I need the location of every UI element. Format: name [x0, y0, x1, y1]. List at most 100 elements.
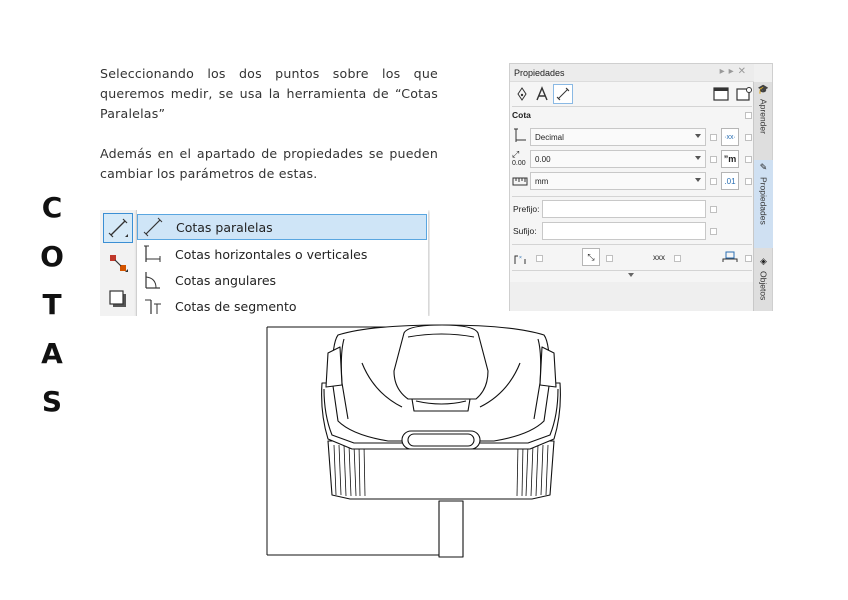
tab-label: Objetos — [758, 271, 769, 301]
precision-value: 0.00 — [535, 154, 551, 164]
tab-aprender[interactable]: 🎓 Aprender — [754, 82, 773, 154]
menu-item-segment[interactable]: Cotas de segmento — [137, 293, 427, 316]
intro-paragraph: Seleccionando los dos puntos sobre los q… — [100, 66, 438, 121]
dimension-precision-select[interactable]: 0.00 — [530, 150, 706, 168]
panel-footer — [510, 282, 754, 311]
menu-item-label: Cotas horizontales o verticales — [175, 246, 368, 262]
menu-item-parallel[interactable]: Cotas paralelas — [137, 214, 427, 240]
menu-item-label: Cotas de segmento — [175, 298, 297, 314]
style-checkbox[interactable] — [710, 134, 717, 141]
dimension-units-select[interactable]: mm — [530, 172, 706, 190]
text-placement-icon[interactable] — [722, 250, 738, 268]
precision-icon: ⤢ 0.00 — [512, 149, 526, 168]
docker-tabs: 🎓 Aprender ✎ Propiedades ◈ Objetos — [753, 82, 773, 311]
frame-button[interactable] — [711, 84, 731, 104]
horizontal-vertical-dimension-icon — [137, 241, 167, 267]
format-icon: ·xx· — [724, 133, 736, 141]
extension-lines-icon[interactable]: × — [513, 252, 531, 270]
frame-icon — [713, 87, 729, 101]
precision-checkbox[interactable] — [710, 156, 717, 163]
frame-settings-button[interactable] — [734, 84, 754, 104]
text-button[interactable] — [532, 84, 552, 104]
divider — [512, 244, 752, 245]
properties-icon: ✎ — [759, 162, 768, 172]
units-value: mm — [535, 176, 549, 186]
chevron-down-icon — [695, 134, 701, 138]
section-checkbox[interactable] — [745, 112, 752, 119]
side-title-letter: T — [42, 288, 62, 321]
prefix-format-button[interactable]: ·xx· — [721, 128, 739, 146]
menu-item-horizontal-vertical[interactable]: Cotas horizontales o verticales — [137, 241, 427, 267]
suffix-label: Sufijo: — [513, 226, 537, 236]
panel-body: Cota Decimal ·xx· ⤢ 0.00 0.00 ”m mm .01 … — [510, 82, 754, 311]
dimension-props-button[interactable] — [553, 84, 573, 104]
dynamic-dimension-icon: ⤡ — [587, 251, 595, 262]
units-quote-icon: ”m — [723, 154, 737, 164]
outline-pen-button[interactable] — [512, 84, 532, 104]
toolbox-column — [100, 210, 136, 316]
dimension-menu: Cotas paralelas Cotas horizontales o ver… — [136, 210, 428, 316]
drop-shadow-icon — [109, 290, 126, 307]
text-position-label: xxx — [653, 253, 665, 262]
suffix-input[interactable] — [542, 222, 706, 240]
side-title-letter: A — [41, 336, 63, 370]
menu-item-angular[interactable]: Cotas angulares — [137, 267, 427, 293]
dimension-style-select[interactable]: Decimal — [530, 128, 706, 146]
side-title-letter: O — [40, 239, 64, 273]
panel-header: Propiedades ▸▸✕ — [510, 64, 754, 82]
style-checkbox-2[interactable] — [745, 134, 752, 141]
dimension-tool-button[interactable] — [103, 213, 133, 243]
suffix-checkbox[interactable] — [710, 228, 717, 235]
shadow-tool-button[interactable] — [103, 284, 133, 314]
tab-label: Propiedades — [758, 177, 769, 225]
connector-tool-button[interactable] — [103, 248, 133, 278]
connector-icon — [110, 255, 128, 272]
angular-dimension-icon — [137, 267, 167, 293]
text-icon — [536, 86, 548, 101]
tab-objetos[interactable]: ◈ Objetos — [754, 254, 773, 310]
text-position-checkbox[interactable] — [674, 255, 681, 262]
svg-text:×: × — [519, 255, 522, 261]
properties-panel: Propiedades ▸▸✕ Cota Decimal ·xx· ⤢ 0.00… — [509, 63, 773, 311]
units-checkbox-2[interactable] — [745, 178, 752, 185]
style-value: Decimal — [535, 132, 564, 142]
dimension-style-icon — [513, 128, 527, 149]
robot-vacuum-illustration — [321, 324, 561, 558]
prefix-label: Prefijo: — [513, 204, 540, 214]
ruler-icon — [512, 174, 528, 192]
side-title-letter: S — [41, 385, 63, 418]
divider — [512, 106, 752, 107]
prefix-input[interactable] — [542, 200, 706, 218]
leading-zero-button[interactable]: .01 — [721, 172, 739, 190]
menu-item-label: Cotas paralelas — [176, 219, 273, 235]
placement-checkbox[interactable] — [745, 255, 752, 262]
parallel-dimension-icon — [138, 214, 168, 240]
expand-icon[interactable]: ▸▸ — [720, 66, 738, 77]
divider — [512, 196, 752, 197]
tab-propiedades[interactable]: ✎ Propiedades — [754, 160, 773, 248]
dimensioned-drawing — [266, 324, 561, 558]
panel-controls: ▸▸✕ — [720, 66, 750, 77]
segment-dimension-icon — [137, 293, 167, 316]
dynamic-dimension-button[interactable]: ⤡ — [582, 248, 600, 266]
properties-paragraph: Además en el apartado de propiedades se … — [100, 146, 438, 181]
leading-zero-icon: .01 — [724, 176, 736, 186]
prefix-checkbox[interactable] — [710, 206, 717, 213]
precision-checkbox-2[interactable] — [745, 156, 752, 163]
panel-title: Propiedades — [514, 67, 565, 78]
units-checkbox[interactable] — [710, 178, 717, 185]
side-title: C O T A S — [38, 184, 66, 427]
learn-icon: 🎓 — [757, 84, 770, 94]
side-title-letter: C — [41, 191, 63, 224]
divider — [512, 270, 752, 271]
expand-chevron-icon[interactable] — [628, 273, 634, 277]
layers-icon: ◈ — [760, 256, 767, 266]
dynamic-checkbox[interactable] — [606, 255, 613, 262]
dimension-tool-flyout: Cotas paralelas Cotas horizontales o ver… — [100, 210, 430, 316]
close-icon[interactable]: ✕ — [738, 66, 750, 77]
extension-checkbox[interactable] — [536, 255, 543, 262]
chevron-down-icon — [695, 156, 701, 160]
section-title: Cota — [512, 110, 531, 120]
show-units-button[interactable]: ”m — [721, 150, 739, 168]
chevron-down-icon — [695, 178, 701, 182]
